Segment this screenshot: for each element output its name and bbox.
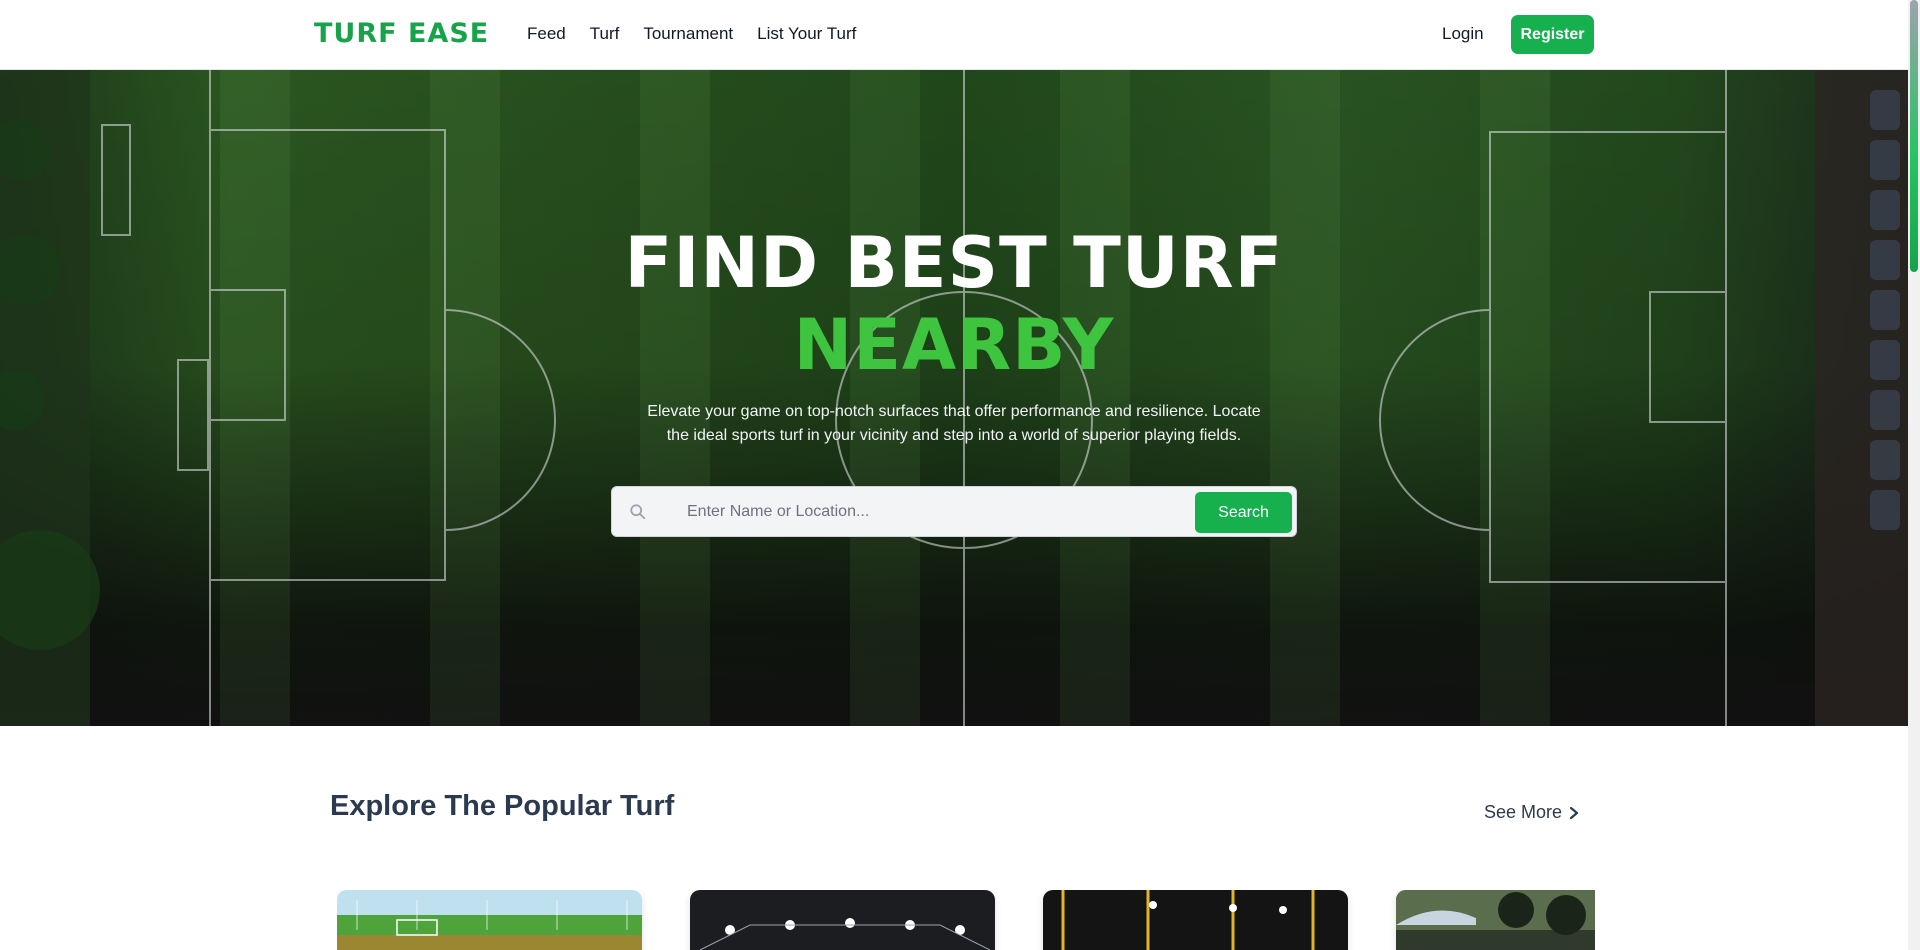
turf-card[interactable] bbox=[337, 890, 642, 950]
scrollbar-thumb[interactable] bbox=[1910, 0, 1918, 272]
turf-card-image bbox=[1043, 890, 1348, 950]
login-link[interactable]: Login bbox=[1442, 24, 1484, 44]
nav-link-list-your-turf[interactable]: List Your Turf bbox=[757, 24, 856, 44]
nav-link-feed[interactable]: Feed bbox=[527, 24, 566, 44]
see-more-label: See More bbox=[1484, 802, 1563, 822]
hero-banner: FIND BEST TURF NEARBY Elevate your game … bbox=[0, 70, 1908, 726]
hero-title-accent: NEARBY bbox=[793, 304, 1115, 386]
turf-card[interactable] bbox=[1043, 890, 1348, 950]
nav-links: Feed Turf Tournament List Your Turf bbox=[527, 24, 856, 44]
search-button[interactable]: Search bbox=[1195, 492, 1292, 533]
turf-card-list bbox=[337, 890, 1595, 950]
navbar: TURF EASE Feed Turf Tournament List Your… bbox=[0, 0, 1908, 70]
turf-card-image bbox=[337, 890, 642, 950]
hero-field-background bbox=[0, 70, 1908, 726]
turf-card-image bbox=[1396, 890, 1595, 950]
search-bar: Search bbox=[611, 486, 1297, 537]
nav-link-turf[interactable]: Turf bbox=[590, 24, 620, 44]
turf-card[interactable] bbox=[1396, 890, 1595, 950]
register-button[interactable]: Register bbox=[1511, 15, 1594, 54]
hero-subtitle: Elevate your game on top-notch surfaces … bbox=[647, 403, 1261, 444]
turf-card-image bbox=[690, 890, 995, 950]
section-title: Explore The Popular Turf bbox=[330, 790, 675, 822]
turf-card[interactable] bbox=[690, 890, 995, 950]
see-more-link[interactable]: See More bbox=[1484, 802, 1580, 823]
hero-title: FIND BEST TURF bbox=[624, 222, 1284, 304]
brand-logo[interactable]: TURF EASE bbox=[314, 18, 489, 49]
nav-link-tournament[interactable]: Tournament bbox=[643, 24, 733, 44]
chevron-right-icon bbox=[1569, 806, 1579, 819]
search-input[interactable] bbox=[662, 497, 1202, 527]
search-icon bbox=[630, 504, 646, 520]
page-scrollbar[interactable] bbox=[1908, 0, 1920, 950]
